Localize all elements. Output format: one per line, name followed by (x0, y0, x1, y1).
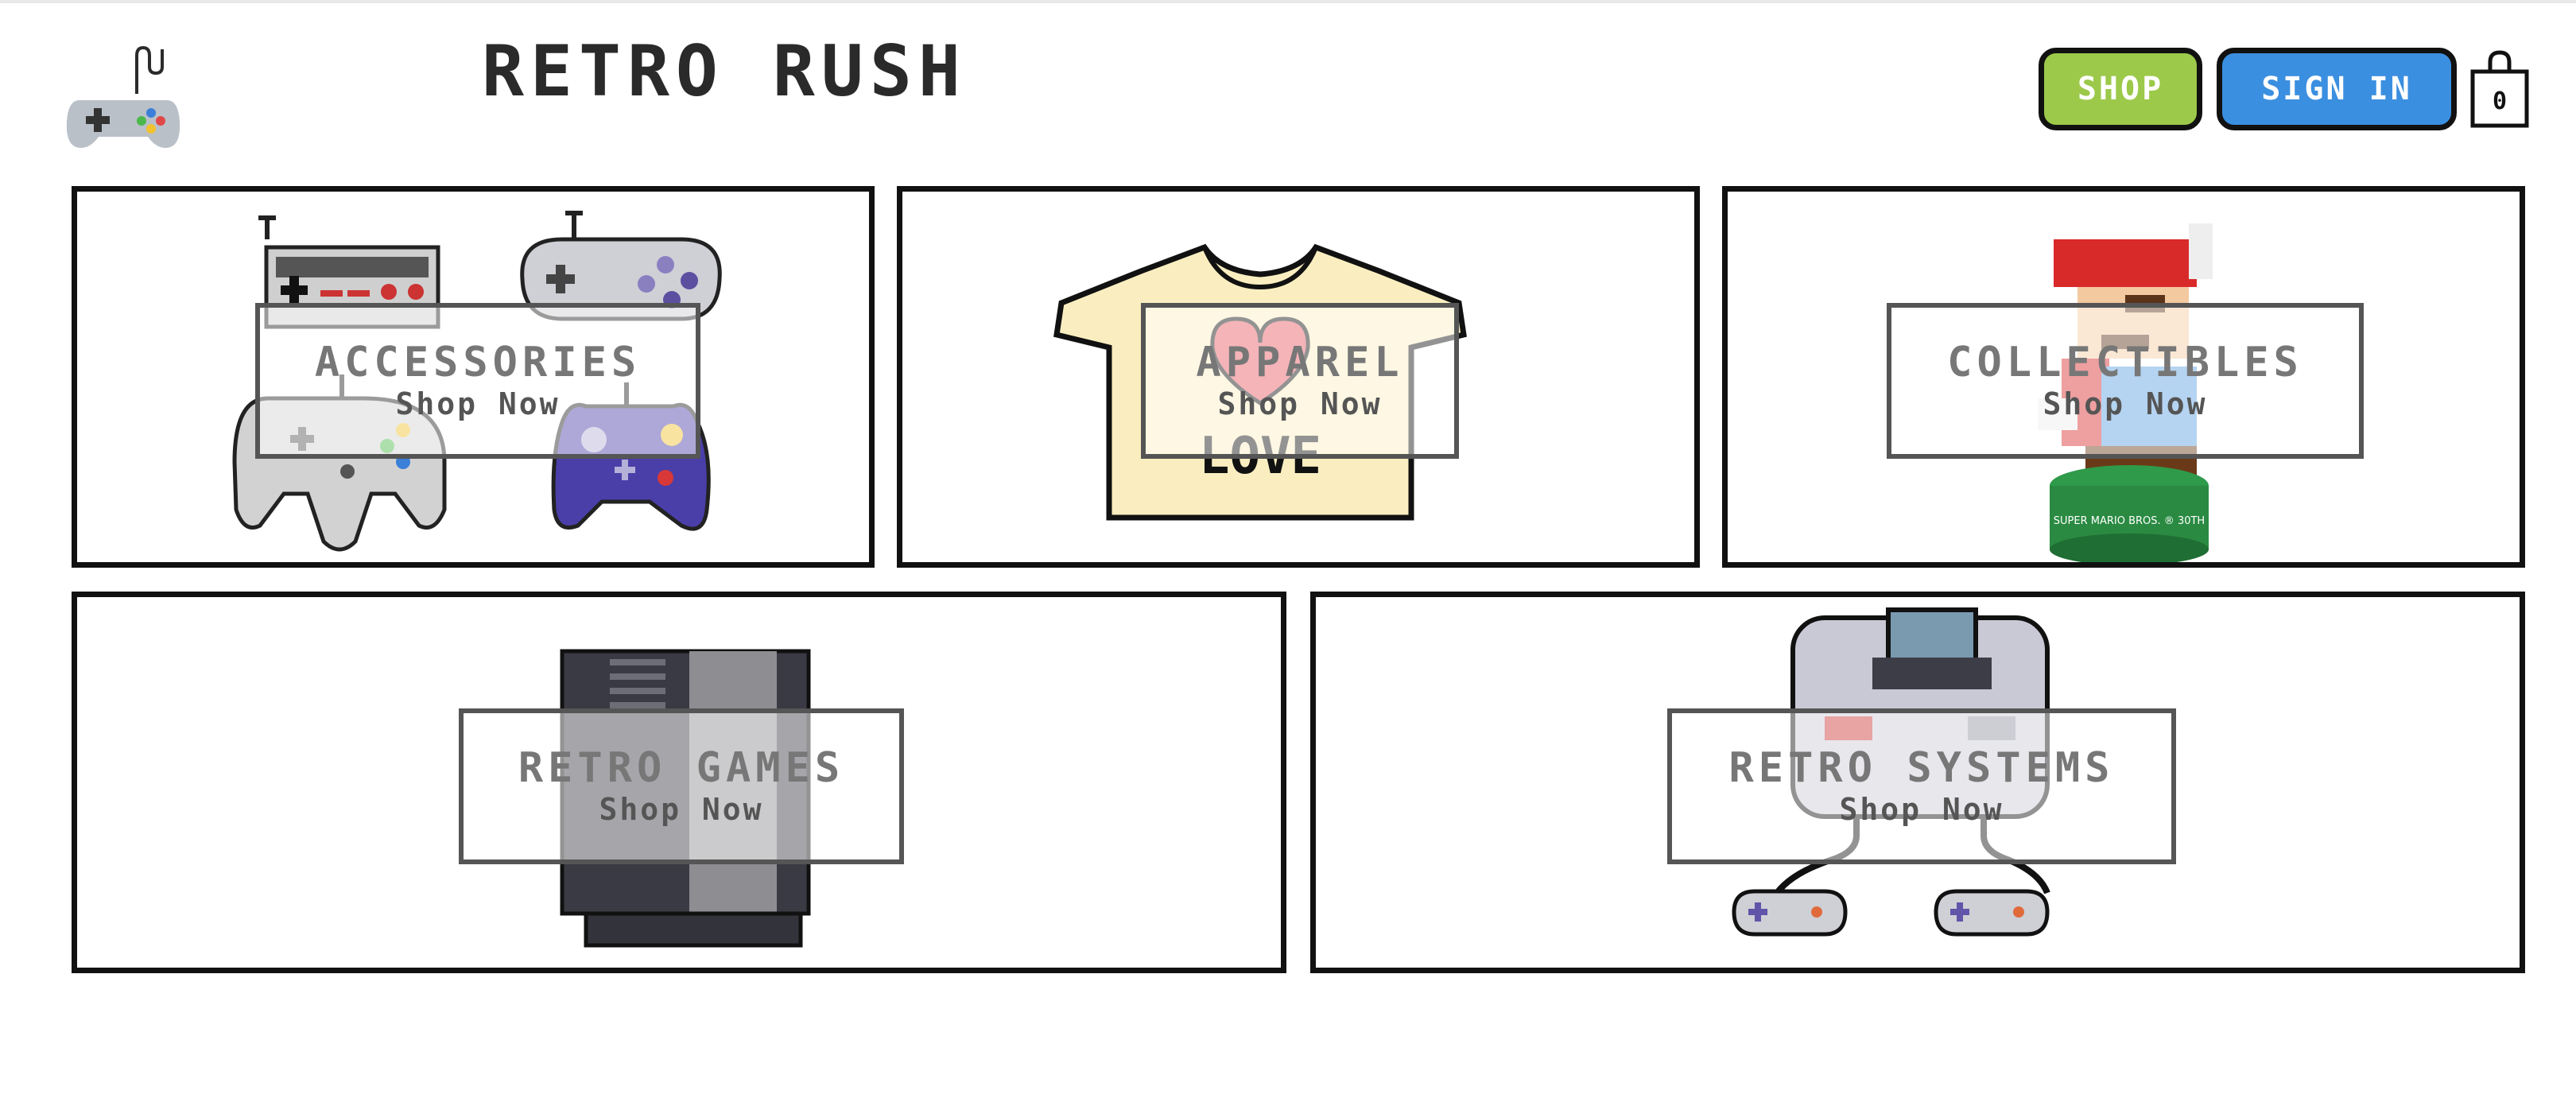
shop-now-link[interactable]: Shop Now (1839, 791, 2004, 828)
shop-now-link[interactable]: Shop Now (2043, 386, 2207, 422)
shop-now-link[interactable]: Shop Now (1217, 386, 1382, 422)
category-overlay[interactable]: RETRO SYSTEMS Shop Now (1667, 708, 2176, 864)
shop-button[interactable]: SHOP (2039, 48, 2202, 130)
cart-count: 0 (2492, 87, 2508, 115)
category-title: ACCESSORIES (314, 339, 642, 386)
category-title: RETRO SYSTEMS (1728, 744, 2115, 792)
brand-title[interactable]: RETRO RUSH (482, 32, 967, 111)
cart-button[interactable]: 0 (2468, 49, 2531, 129)
gamepad-icon[interactable] (64, 45, 183, 156)
category-card-retro-systems[interactable]: RETRO SYSTEMS Shop Now (1310, 592, 2525, 973)
category-title: RETRO GAMES (518, 744, 845, 792)
category-overlay[interactable]: COLLECTIBLES Shop Now (1887, 303, 2364, 459)
category-card-collectibles[interactable]: SUPER MARIO BROS. ® 30TH COLLECTIBLES Sh… (1722, 186, 2525, 568)
category-card-apparel[interactable]: LOVE APPAREL Shop Now (897, 186, 1700, 568)
category-title: APPAREL (1196, 339, 1404, 386)
shop-now-link[interactable]: Shop Now (395, 386, 560, 422)
figure-base-text: SUPER MARIO BROS. ® 30TH (2054, 515, 2205, 527)
category-overlay[interactable]: ACCESSORIES Shop Now (255, 303, 700, 459)
category-title: COLLECTIBLES (1947, 339, 2303, 386)
top-border (0, 0, 2576, 3)
category-card-retro-games[interactable]: RETRO GAMES Shop Now (72, 592, 1286, 973)
shop-now-link[interactable]: Shop Now (599, 791, 763, 828)
sign-in-button[interactable]: SIGN IN (2217, 48, 2457, 130)
category-overlay[interactable]: APPAREL Shop Now (1141, 303, 1459, 459)
category-overlay[interactable]: RETRO GAMES Shop Now (459, 708, 904, 864)
category-card-accessories[interactable]: ACCESSORIES Shop Now (72, 186, 875, 568)
